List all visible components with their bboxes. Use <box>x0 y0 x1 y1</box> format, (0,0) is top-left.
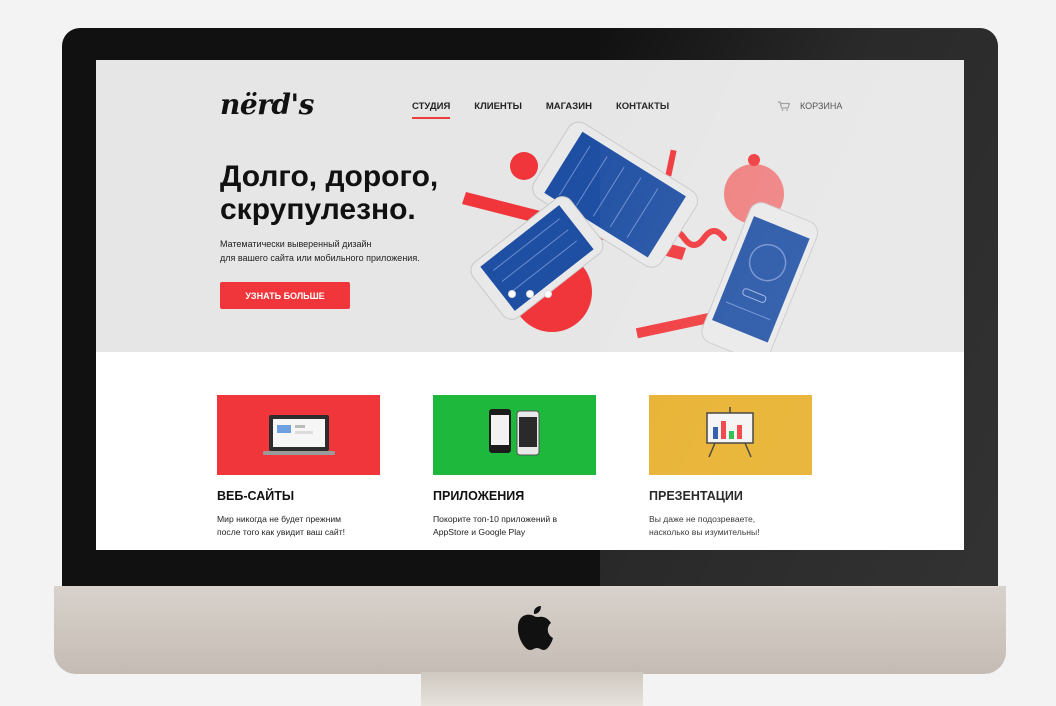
service-desc-line: Покорите топ-10 приложений в <box>433 514 558 524</box>
slider-dot[interactable] <box>508 290 516 298</box>
hero-phones-illustration <box>462 121 819 352</box>
headline-line-1: Долго, дорого, <box>220 160 439 193</box>
service-presentations[interactable]: ПРЕЗЕНТАЦИИ Вы даже не подозреваете, нас… <box>649 395 812 539</box>
subtext-line-2: для вашего сайта или мобильного приложен… <box>220 253 420 263</box>
main-nav: СТУДИЯ КЛИЕНТЫ МАГАЗИН КОНТАКТЫ <box>412 101 693 119</box>
cart-link[interactable]: КОРЗИНА <box>778 101 842 111</box>
service-title: ПРЕЗЕНТАЦИИ <box>649 489 743 503</box>
service-desc-line: AppStore и Google Play <box>433 527 526 537</box>
service-presentations-image[interactable] <box>649 395 812 475</box>
service-title: ПРИЛОЖЕНИЯ <box>433 489 525 503</box>
subtext-line-1: Математически выверенный дизайн <box>220 239 372 249</box>
cart-icon <box>778 101 790 111</box>
hero-headline: Долго, дорого, скрупулезно. <box>220 160 460 226</box>
headline-line-2: скрупулезно. <box>220 193 416 226</box>
hero-subtext: Математически выверенный дизайн для ваше… <box>220 237 460 265</box>
apple-logo-icon <box>517 606 553 650</box>
service-websites-image[interactable] <box>217 395 380 475</box>
slider-dot[interactable] <box>544 290 552 298</box>
service-description: Покорите топ-10 приложений в AppStore и … <box>433 513 593 539</box>
cart-label: КОРЗИНА <box>800 101 843 111</box>
learn-more-button[interactable]: УЗНАТЬ БОЛЬШЕ <box>220 282 350 309</box>
hero-slider-dots <box>508 290 552 298</box>
service-websites[interactable]: ВЕБ-САЙТЫ Мир никогда не будет прежним п… <box>217 395 380 539</box>
presentation-board-icon <box>706 407 754 458</box>
service-description: Вы даже не подозреваете, насколько вы из… <box>649 513 809 539</box>
service-desc-line: насколько вы изумительны! <box>649 527 760 537</box>
brand-logo[interactable]: nërd's <box>220 88 314 121</box>
nav-item-studio[interactable]: СТУДИЯ <box>412 101 451 119</box>
service-apps-image[interactable] <box>433 395 596 475</box>
nav-item-shop[interactable]: МАГАЗИН <box>546 101 592 118</box>
hero-section: nërd's СТУДИЯ КЛИЕНТЫ МАГАЗИН КОНТАКТЫ К… <box>96 60 964 352</box>
service-desc-line: Мир никогда не будет прежним <box>217 514 342 524</box>
website-screen: nërd's СТУДИЯ КЛИЕНТЫ МАГАЗИН КОНТАКТЫ К… <box>96 60 964 550</box>
nav-item-contacts[interactable]: КОНТАКТЫ <box>616 101 669 118</box>
slider-dot[interactable] <box>526 290 534 298</box>
phones-icon <box>489 409 540 456</box>
laptop-icon <box>263 415 335 455</box>
service-desc-line: Вы даже не подозреваете, <box>649 514 756 524</box>
service-title: ВЕБ-САЙТЫ <box>217 489 295 503</box>
service-apps[interactable]: ПРИЛОЖЕНИЯ Покорите топ-10 приложений в … <box>433 395 596 539</box>
service-desc-line: после того как увидит ваш сайт! <box>217 527 346 537</box>
service-description: Мир никогда не будет прежним после того … <box>217 513 377 539</box>
nav-item-clients[interactable]: КЛИЕНТЫ <box>474 101 522 118</box>
imac-stand <box>421 672 643 706</box>
